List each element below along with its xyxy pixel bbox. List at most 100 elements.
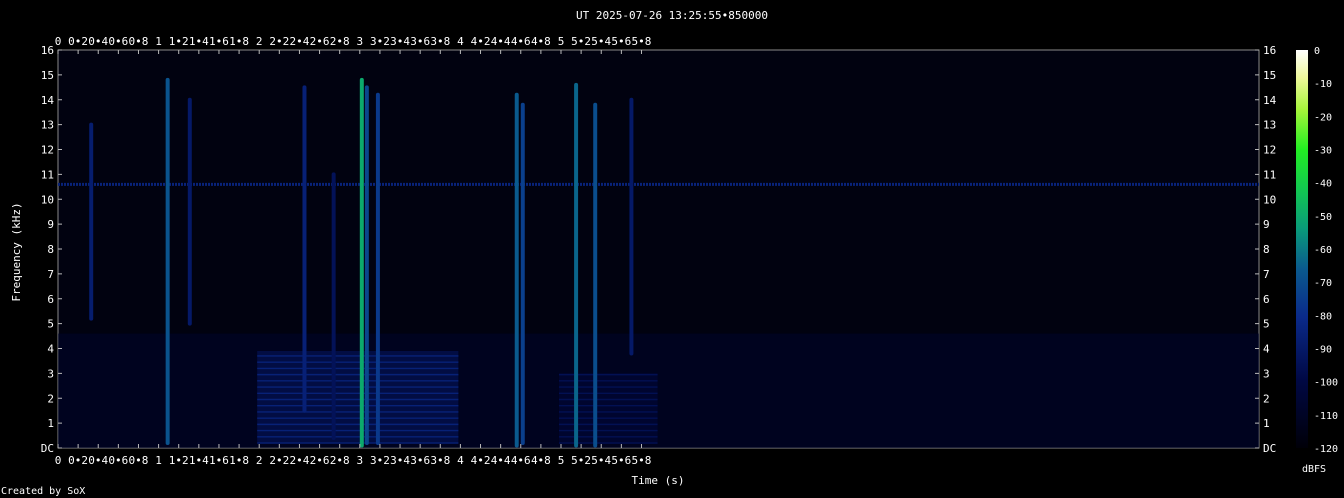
x-tick-label: 3•6	[410, 35, 430, 48]
y-tick-label: 13	[1263, 119, 1276, 132]
x-tick-label: 1	[155, 35, 162, 48]
x-tick-label: 2•2	[269, 35, 289, 48]
x-tick-label: 2	[256, 35, 263, 48]
y-tick-label: 1	[47, 417, 54, 430]
x-tick-label: 5•8	[632, 35, 652, 48]
x-tick-label: 1•8	[229, 35, 249, 48]
x-tick-label: 2•8	[330, 35, 350, 48]
y-tick-label: 3	[1263, 367, 1270, 380]
x-tick-label: 1	[155, 454, 162, 467]
x-tick-label: 5•6	[611, 35, 631, 48]
colorbar-tick-label: -20	[1314, 112, 1332, 123]
y-tick-label: DC	[41, 442, 54, 455]
x-tick-label: 3•4	[390, 454, 410, 467]
x-tick-label: 4	[457, 35, 464, 48]
x-tick-label: 4•4	[491, 35, 511, 48]
y-tick-label: 16	[41, 44, 54, 57]
y-tick-label: 12	[41, 144, 54, 157]
colorbar-tick-label: -110	[1314, 411, 1338, 422]
y-tick-label: 14	[1263, 94, 1277, 107]
colorbar-tick-label: -30	[1314, 146, 1332, 157]
y-tick-label: 13	[41, 119, 54, 132]
colorbar-tick-label: -10	[1314, 79, 1332, 90]
x-tick-label: 1•4	[189, 454, 209, 467]
x-tick-label: 0•4	[88, 454, 108, 467]
y-tick-label: 11	[1263, 168, 1276, 181]
harmonic-block	[558, 373, 658, 444]
y-tick-label: 9	[1263, 218, 1270, 231]
x-tick-label: 5•2	[571, 454, 591, 467]
y-tick-label: 15	[1263, 69, 1276, 82]
y-tick-label: 8	[47, 243, 54, 256]
colorbar	[1296, 50, 1308, 448]
x-tick-label: 4•6	[511, 35, 531, 48]
x-tick-label: 0•8	[129, 454, 149, 467]
colorbar-tick-label: -50	[1314, 212, 1332, 223]
y-tick-label: 8	[1263, 243, 1270, 256]
y-tick-label: 6	[1263, 293, 1270, 306]
x-tick-label: 3	[356, 454, 363, 467]
y-tick-label: 15	[41, 69, 54, 82]
x-tick-label: 1•2	[169, 454, 189, 467]
colorbar-tick-label: -80	[1314, 311, 1332, 322]
x-tick-label: 1•4	[189, 35, 209, 48]
x-tick-label: 4•4	[491, 454, 511, 467]
y-tick-label: 11	[41, 168, 54, 181]
colorbar-label: dBFS	[1302, 464, 1326, 475]
x-tick-label: 0	[55, 35, 62, 48]
chart-title: UT 2025-07-26 13:25:55•850000	[576, 9, 768, 22]
x-tick-label: 0•6	[108, 35, 128, 48]
y-axis-label: Frequency (kHz)	[10, 202, 23, 301]
y-tick-label: 4	[1263, 343, 1270, 356]
y-tick-label: 1	[1263, 417, 1270, 430]
x-tick-label: 4	[457, 454, 464, 467]
low-freq-noise	[58, 333, 1259, 448]
x-tick-label: 2•6	[310, 35, 330, 48]
y-tick-label: 3	[47, 367, 54, 380]
x-tick-label: 3•2	[370, 35, 390, 48]
x-tick-labels-top: 0 0•2 0•4 0•6 0•8 1 1•2 1•4 1•6 1•8 2 2•2 2•4 2•6 2•8 3…	[55, 35, 652, 48]
colorbar-tick-label: 0	[1314, 46, 1320, 57]
x-tick-label: 3	[356, 35, 363, 48]
x-tick-label: 3•8	[430, 35, 450, 48]
x-tick-label: 3•2	[370, 454, 390, 467]
x-tick-label: 2•4	[290, 35, 310, 48]
x-tick-label: 3•8	[430, 454, 450, 467]
x-tick-label: 1•8	[229, 454, 249, 467]
spectrogram-chart: UT 2025-07-26 13:25:55•850000 0 0•2 0•4 0•6…	[1, 9, 1338, 497]
harmonic-block-fill	[558, 373, 658, 444]
colorbar-tick-label: -90	[1314, 345, 1332, 356]
x-tick-label: 0	[55, 454, 62, 467]
colorbar-tick-label: -70	[1314, 278, 1332, 289]
footer-credit: Created by SoX	[1, 486, 85, 497]
x-tick-label: 0•2	[68, 35, 88, 48]
x-tick-label: 5•4	[591, 35, 611, 48]
y-tick-label: 9	[47, 218, 54, 231]
x-tick-label: 3•4	[390, 35, 410, 48]
x-tick-label: 1•6	[209, 35, 229, 48]
x-tick-label: 2•2	[269, 454, 289, 467]
colorbar-tick-labels: 0 -10 -20 -30 -40 -50 -60 -70 -80 -90 -100 -110 -120	[1314, 46, 1338, 455]
x-tick-label: 1•6	[209, 454, 229, 467]
x-tick-label: 1•2	[169, 35, 189, 48]
y-tick-label: 7	[47, 268, 54, 281]
x-tick-label: 5•4	[591, 454, 611, 467]
y-tick-label: 4	[47, 343, 54, 356]
x-tick-label: 5	[558, 454, 565, 467]
x-tick-label: 2•4	[290, 454, 310, 467]
x-tick-label: 2•6	[310, 454, 330, 467]
y-tick-labels-right: DC12345678910111213141516	[1263, 44, 1277, 455]
y-tick-label: 5	[1263, 318, 1270, 331]
x-axis-label: Time (s)	[632, 474, 685, 487]
colorbar-tick-label: -120	[1314, 444, 1338, 455]
x-tick-label: 5•2	[571, 35, 591, 48]
y-tick-label: DC	[1263, 442, 1276, 455]
x-tick-label: 2•8	[330, 454, 350, 467]
y-tick-label: 2	[1263, 392, 1270, 405]
x-tick-label: 4•2	[471, 35, 491, 48]
x-tick-label: 4•8	[531, 35, 551, 48]
y-tick-label: 7	[1263, 268, 1270, 281]
x-tick-label: 2	[256, 454, 263, 467]
harmonic-block	[257, 350, 459, 444]
x-tick-label: 5•8	[632, 454, 652, 467]
